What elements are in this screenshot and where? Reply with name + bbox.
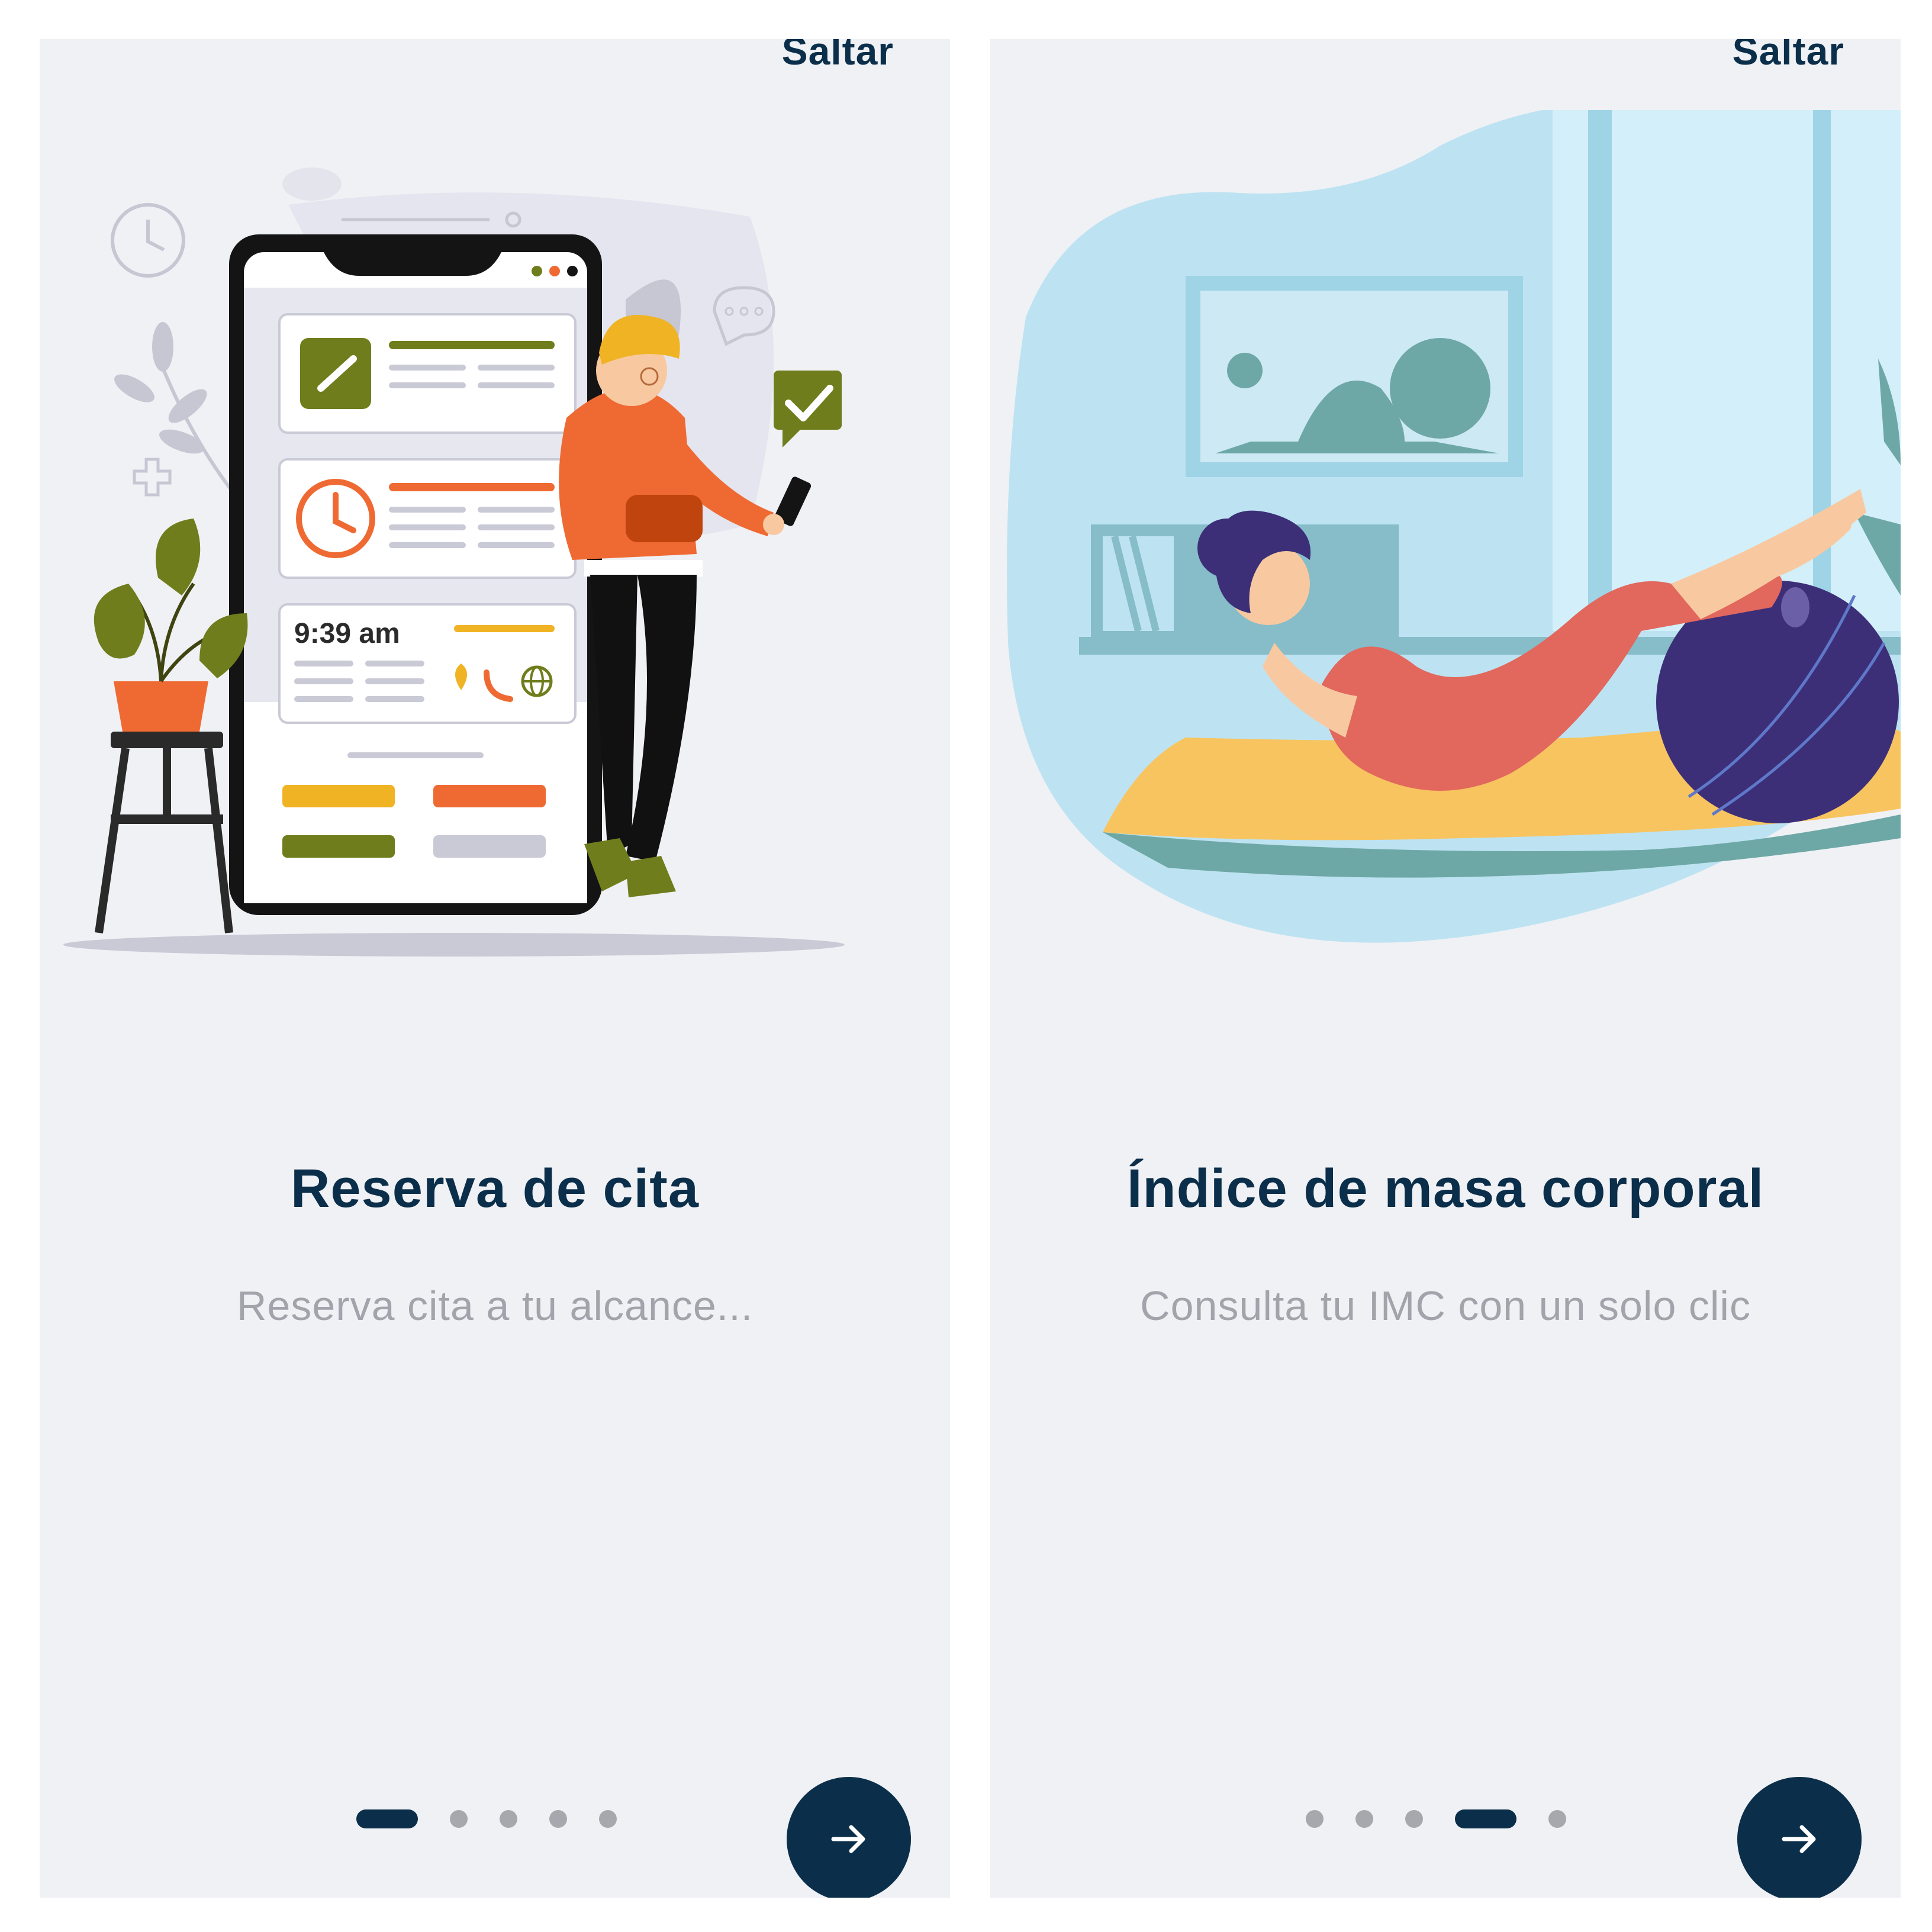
onboarding-subtitle: Reserva cita a tu alcance...: [236, 1283, 754, 1329]
onboarding-title: Índice de masa corporal: [1126, 1158, 1764, 1219]
skip-button[interactable]: Saltar: [782, 39, 894, 73]
arrow-right-icon: [831, 1825, 865, 1853]
onboarding-subtitle: Consulta tu IMC con un solo clic: [1140, 1283, 1751, 1329]
page-dot-1[interactable]: [1306, 1810, 1324, 1828]
pagination-dots: [356, 1809, 617, 1829]
onboarding-title: Reserva de cita: [290, 1158, 700, 1219]
illustration-time: 9:39 am: [294, 618, 400, 649]
page-dot-3[interactable]: [1405, 1810, 1423, 1828]
next-button[interactable]: [787, 1777, 911, 1898]
skip-button[interactable]: Saltar: [1733, 39, 1844, 73]
appointment-illustration: 9:39 am: [63, 168, 845, 957]
onboarding-screen-bmi: Saltar Índice de masa corporal Consulta …: [990, 39, 1901, 1898]
page-dot-4[interactable]: [549, 1810, 567, 1828]
page-dot-5[interactable]: [599, 1810, 617, 1828]
page-dot-1-active[interactable]: [356, 1809, 418, 1828]
arrow-right-icon: [1782, 1825, 1816, 1853]
onboarding-screen-appointment: Saltar 9:39 am Reserva de cita Reserva c…: [40, 39, 950, 1898]
next-button[interactable]: [1737, 1777, 1862, 1898]
page-dot-5[interactable]: [1548, 1810, 1566, 1828]
page-dot-3[interactable]: [500, 1810, 517, 1828]
page-dot-2[interactable]: [450, 1810, 468, 1828]
page-dot-4-active[interactable]: [1455, 1809, 1516, 1828]
page-dot-2[interactable]: [1355, 1810, 1373, 1828]
exercise-illustration: [1007, 110, 1901, 943]
pagination-dots: [1306, 1809, 1566, 1829]
wall-clock-icon: [111, 203, 185, 278]
